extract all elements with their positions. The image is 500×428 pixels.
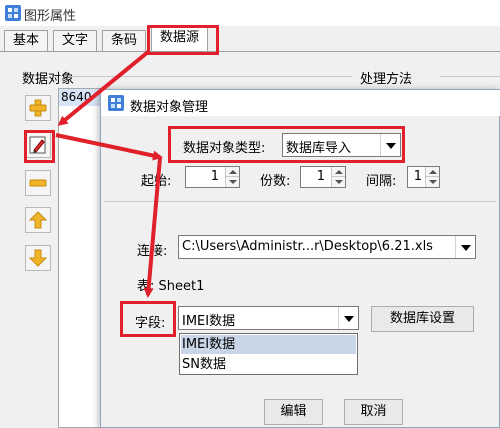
move-up-icon [29, 211, 47, 229]
move-up-button[interactable] [25, 207, 51, 233]
start-stepper[interactable]: 1 [185, 166, 240, 188]
tab-panel-border [0, 51, 500, 52]
start-label: 起始: [141, 174, 172, 189]
data-objects-group-label: 数据对象 [22, 72, 75, 87]
copies-label: 份数: [260, 174, 291, 189]
interval-value: 1 [413, 169, 422, 184]
copies-stepper[interactable]: 1 [300, 166, 346, 188]
field-option-imei[interactable]: IMEI数据 [181, 335, 356, 354]
highlight-box-edit-button [24, 130, 55, 163]
move-down-icon [29, 249, 47, 267]
increment-icon[interactable] [331, 167, 345, 177]
window-title: 图形属性 [24, 9, 77, 24]
tab-text[interactable]: 文字 [53, 30, 98, 52]
dialog-icon [108, 95, 124, 111]
field-select[interactable]: IMEI数据 [178, 306, 359, 330]
group-divider [440, 76, 500, 77]
process-method-group-label: 处理方法 [360, 72, 413, 87]
list-item[interactable]: 8640 [61, 90, 101, 104]
decrement-icon[interactable] [331, 177, 345, 187]
data-object-list[interactable] [58, 88, 102, 428]
field-dropdown-list[interactable]: IMEI数据 SN数据 [179, 333, 358, 375]
chevron-down-icon[interactable] [455, 236, 475, 258]
copies-value: 1 [316, 169, 325, 184]
move-down-button[interactable] [25, 245, 51, 271]
remove-icon [29, 179, 47, 187]
field-value: IMEI数据 [182, 314, 236, 329]
database-settings-button[interactable]: 数据库设置 [371, 306, 474, 332]
start-value: 1 [210, 169, 219, 184]
increment-icon[interactable] [225, 167, 239, 177]
connection-label: 连接: [137, 244, 168, 259]
table-label: 表: Sheet1 [137, 279, 205, 294]
highlight-box-data-source-tab [147, 25, 219, 55]
decrement-icon[interactable] [225, 177, 239, 187]
tab-barcode[interactable]: 条码 [102, 30, 147, 52]
chevron-down-icon[interactable] [338, 307, 358, 329]
add-icon [29, 99, 47, 117]
app-icon [5, 5, 21, 21]
connection-select[interactable]: C:\Users\Administr...r\Desktop\6.21.xls [178, 235, 476, 259]
cancel-button[interactable]: 取消 [344, 399, 403, 425]
tab-basic[interactable]: 基本 [4, 30, 49, 52]
increment-icon[interactable] [425, 167, 439, 177]
remove-button[interactable] [25, 170, 51, 196]
highlight-box-type-select [168, 126, 405, 163]
group-divider [70, 76, 352, 77]
add-button[interactable] [25, 95, 51, 121]
decrement-icon[interactable] [425, 177, 439, 187]
connection-value: C:\Users\Administr...r\Desktop\6.21.xls [182, 239, 433, 254]
dialog-title: 数据对象管理 [130, 100, 209, 115]
edit-dialog-button[interactable]: 编辑 [264, 399, 323, 425]
field-option-sn[interactable]: SN数据 [181, 355, 356, 374]
interval-label: 间隔: [366, 174, 397, 189]
section-divider [104, 201, 496, 202]
highlight-box-field-label [120, 301, 176, 337]
interval-stepper[interactable]: 1 [407, 166, 440, 188]
